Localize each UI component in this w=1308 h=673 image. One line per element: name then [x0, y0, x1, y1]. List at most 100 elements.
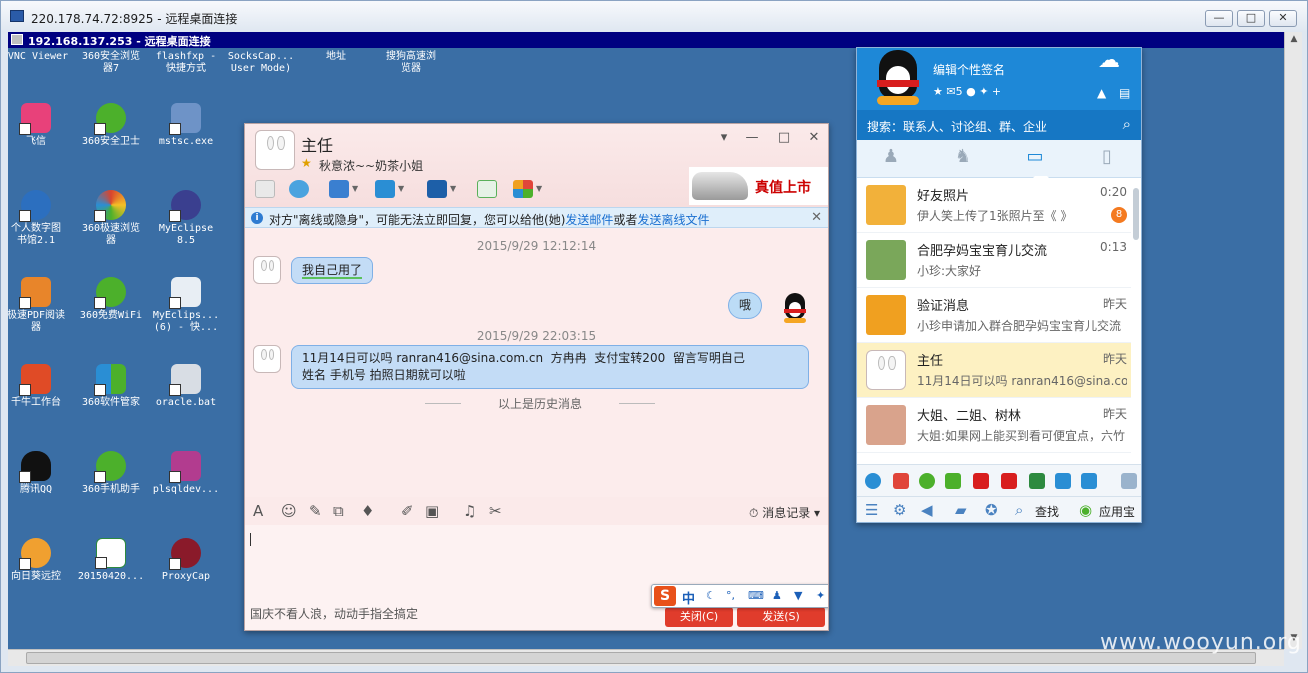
- desktop-icon-360mobile[interactable]: 360手机助手: [73, 451, 149, 496]
- emoji-icon[interactable]: ☺: [281, 502, 297, 520]
- desktop-icon-digital-library[interactable]: 个人数字图 书馆2.1: [8, 190, 74, 247]
- minimize-button[interactable]: —: [1205, 10, 1233, 27]
- desktop-icon-360safe[interactable]: 360安全卫士: [73, 103, 149, 148]
- desktop-icon-plsqldev[interactable]: plsqldev...: [148, 451, 224, 496]
- chat-menu-caret-icon[interactable]: ▾: [715, 130, 733, 145]
- send-button[interactable]: 发送(S): [737, 607, 825, 627]
- app-store-icon[interactable]: ◉: [1079, 501, 1092, 519]
- security-icon[interactable]: [1055, 473, 1071, 489]
- list-scrollbar[interactable]: [1133, 188, 1139, 240]
- remote-assist-caret-icon[interactable]: ▼: [352, 184, 358, 193]
- desktop-icon-myeclipse-shortcut[interactable]: MyEclips... (6) - 快...: [148, 277, 224, 334]
- desktop-label-sogou[interactable]: 搜狗高速浏 览器: [373, 51, 449, 75]
- screenshot-scissors-icon[interactable]: ✂: [489, 502, 502, 520]
- desktop-icon-mstsc[interactable]: mstsc.exe: [148, 103, 224, 148]
- settings-gear-icon[interactable]: ⚙: [893, 501, 906, 519]
- mail-icon[interactable]: ✉: [946, 85, 955, 98]
- qq-profile-avatar-icon[interactable]: [867, 50, 929, 106]
- desktop-label-address[interactable]: 地址: [298, 51, 374, 63]
- skin-icon[interactable]: ▲: [1097, 86, 1106, 100]
- user-icon[interactable]: ♟: [772, 589, 782, 602]
- conversation-item[interactable]: 合肥孕妈宝宝育儿交流 0:13 小珍:大家好: [857, 233, 1131, 288]
- search-icon[interactable]: ⌕: [1123, 115, 1131, 133]
- conversation-item[interactable]: 好友照片 0:20 伊人笑上传了1张照片至《 》 8: [857, 178, 1131, 233]
- cloud-icon[interactable]: [1081, 473, 1097, 489]
- vertical-scrollbar[interactable]: ▲ ▼: [1284, 32, 1302, 649]
- desktop-icon-sunlogin[interactable]: 向日葵远控: [8, 538, 74, 583]
- video-call-icon[interactable]: [289, 180, 309, 198]
- stock-icon[interactable]: [973, 473, 989, 489]
- desktop-icon-myeclipse[interactable]: MyEclipse 8.5: [148, 190, 224, 247]
- horizontal-scroll-thumb[interactable]: [26, 652, 1256, 664]
- chat-maximize-button[interactable]: □: [775, 130, 793, 145]
- app-store-button[interactable]: 应用宝: [1099, 503, 1135, 520]
- volume-icon[interactable]: ◀: [921, 501, 933, 519]
- tab-devices-icon[interactable]: ▯: [1095, 146, 1119, 170]
- ad-banner[interactable]: 真值上市: [689, 167, 828, 205]
- desktop-icon-qianniu[interactable]: 千牛工作台: [8, 364, 74, 409]
- desktop-icon-excel-file[interactable]: 20150420...: [73, 538, 149, 583]
- voice-message-icon[interactable]: ♦: [361, 502, 374, 520]
- add-icon[interactable]: +: [992, 85, 1001, 98]
- apps-caret-icon[interactable]: ▼: [536, 184, 542, 193]
- outer-titlebar[interactable]: 220.178.74.72:8925 - 远程桌面连接 — □ ✕: [1, 1, 1307, 32]
- message-bubble[interactable]: 11月14日可以吗 ranran416@sina.com.cn 方冉冉 支付宝转…: [291, 345, 809, 389]
- signature-edit[interactable]: 编辑个性签名: [933, 61, 1005, 78]
- contact-search-bar[interactable]: 搜索：联系人、讨论组、群、企业 ⌕: [857, 110, 1141, 140]
- contact-name[interactable]: 主任: [301, 132, 333, 156]
- shake-icon[interactable]: ✎: [309, 502, 322, 520]
- desktop-label-sockscap[interactable]: SocksCap... User Mode): [223, 51, 299, 75]
- keyboard-icon[interactable]: ⌨: [748, 589, 764, 602]
- pet-icon[interactable]: ●: [966, 85, 976, 98]
- screen-share-icon[interactable]: [427, 180, 447, 198]
- tab-groups-icon[interactable]: ♞: [951, 146, 975, 170]
- message-avatar[interactable]: [253, 256, 281, 284]
- folder-icon[interactable]: ▰: [955, 501, 967, 519]
- notice-close-icon[interactable]: ✕: [811, 210, 822, 225]
- message-input[interactable]: 国庆不看人浪，动动手指全搞定 关闭(C) 发送(S) S 中 ☾ °, ⌨ ♟ …: [245, 525, 828, 630]
- moon-icon[interactable]: ☾: [706, 589, 716, 602]
- message-avatar[interactable]: [253, 345, 281, 373]
- horizontal-scrollbar[interactable]: [8, 649, 1284, 666]
- browser-icon[interactable]: [865, 473, 881, 489]
- chat-minimize-button[interactable]: —: [743, 130, 761, 145]
- more-apps-grid-icon[interactable]: [1121, 473, 1137, 489]
- jd-icon[interactable]: [1001, 473, 1017, 489]
- close-button[interactable]: ✕: [1269, 10, 1297, 27]
- app-manager-icon[interactable]: ✪: [985, 501, 998, 519]
- music-app-icon[interactable]: [919, 473, 935, 489]
- message-bubble[interactable]: 我自己用了: [291, 257, 374, 284]
- conversation-item[interactable]: 验证消息 昨天 小珍申请加入群合肥孕妈宝宝育儿交流: [857, 288, 1131, 343]
- chat-header[interactable]: 主任 ★ 秋意浓~~奶茶小姐 ▾ — □ ✕ ▼ ▼ ▼ ▼ 真值上市: [245, 124, 828, 207]
- scroll-up-arrow-icon[interactable]: ▲: [1287, 34, 1301, 48]
- desktop-icon-360softmgr[interactable]: 360软件管家: [73, 364, 149, 409]
- desktop-icon-pdf-reader[interactable]: 极速PDF阅读 器: [8, 277, 74, 334]
- vibrate-icon[interactable]: ⧉: [333, 502, 344, 520]
- inner-titlebar[interactable]: 192.168.137.253 - 远程桌面连接: [8, 32, 1284, 48]
- desktop-icon-360wifi[interactable]: 360免费WiFi: [73, 277, 149, 322]
- voice-call-icon[interactable]: [255, 180, 275, 198]
- game-icon[interactable]: ✦: [979, 85, 988, 98]
- desktop-label-flashfxp[interactable]: flashfxp - 快捷方式: [148, 51, 224, 75]
- message-history-button[interactable]: ⏱ 消息记录 ▾: [749, 504, 820, 521]
- self-message-bubble[interactable]: 哦: [728, 292, 763, 319]
- message-box-icon[interactable]: ▤: [1119, 86, 1130, 100]
- video-app-icon[interactable]: [945, 473, 961, 489]
- image-icon[interactable]: ▣: [425, 502, 439, 520]
- file-transfer-icon[interactable]: [375, 180, 395, 198]
- send-email-link[interactable]: 发送邮件: [565, 213, 613, 227]
- edit-icon[interactable]: ✐: [401, 502, 414, 520]
- desktop-icon-fetion[interactable]: 飞信: [8, 103, 74, 148]
- game-center-icon[interactable]: [893, 473, 909, 489]
- punctuation-icon[interactable]: °,: [726, 589, 735, 602]
- ime-mode[interactable]: 中: [682, 588, 695, 607]
- music-icon[interactable]: ♫: [463, 502, 476, 520]
- apps-grid-icon[interactable]: [513, 180, 533, 198]
- skin-shirt-icon[interactable]: ▼: [794, 589, 802, 602]
- wrench-icon[interactable]: ✦: [816, 589, 825, 602]
- main-menu-icon[interactable]: ☰: [865, 501, 878, 519]
- level-star-icon[interactable]: ★: [933, 85, 943, 98]
- desktop-icon-oracle-bat[interactable]: oracle.bat: [148, 364, 224, 409]
- self-qq-avatar-icon[interactable]: [781, 293, 809, 323]
- conversation-item[interactable]: 大姐、二姐、树林 昨天 大姐:如果网上能买到看可便宜点，六竹: [857, 398, 1131, 453]
